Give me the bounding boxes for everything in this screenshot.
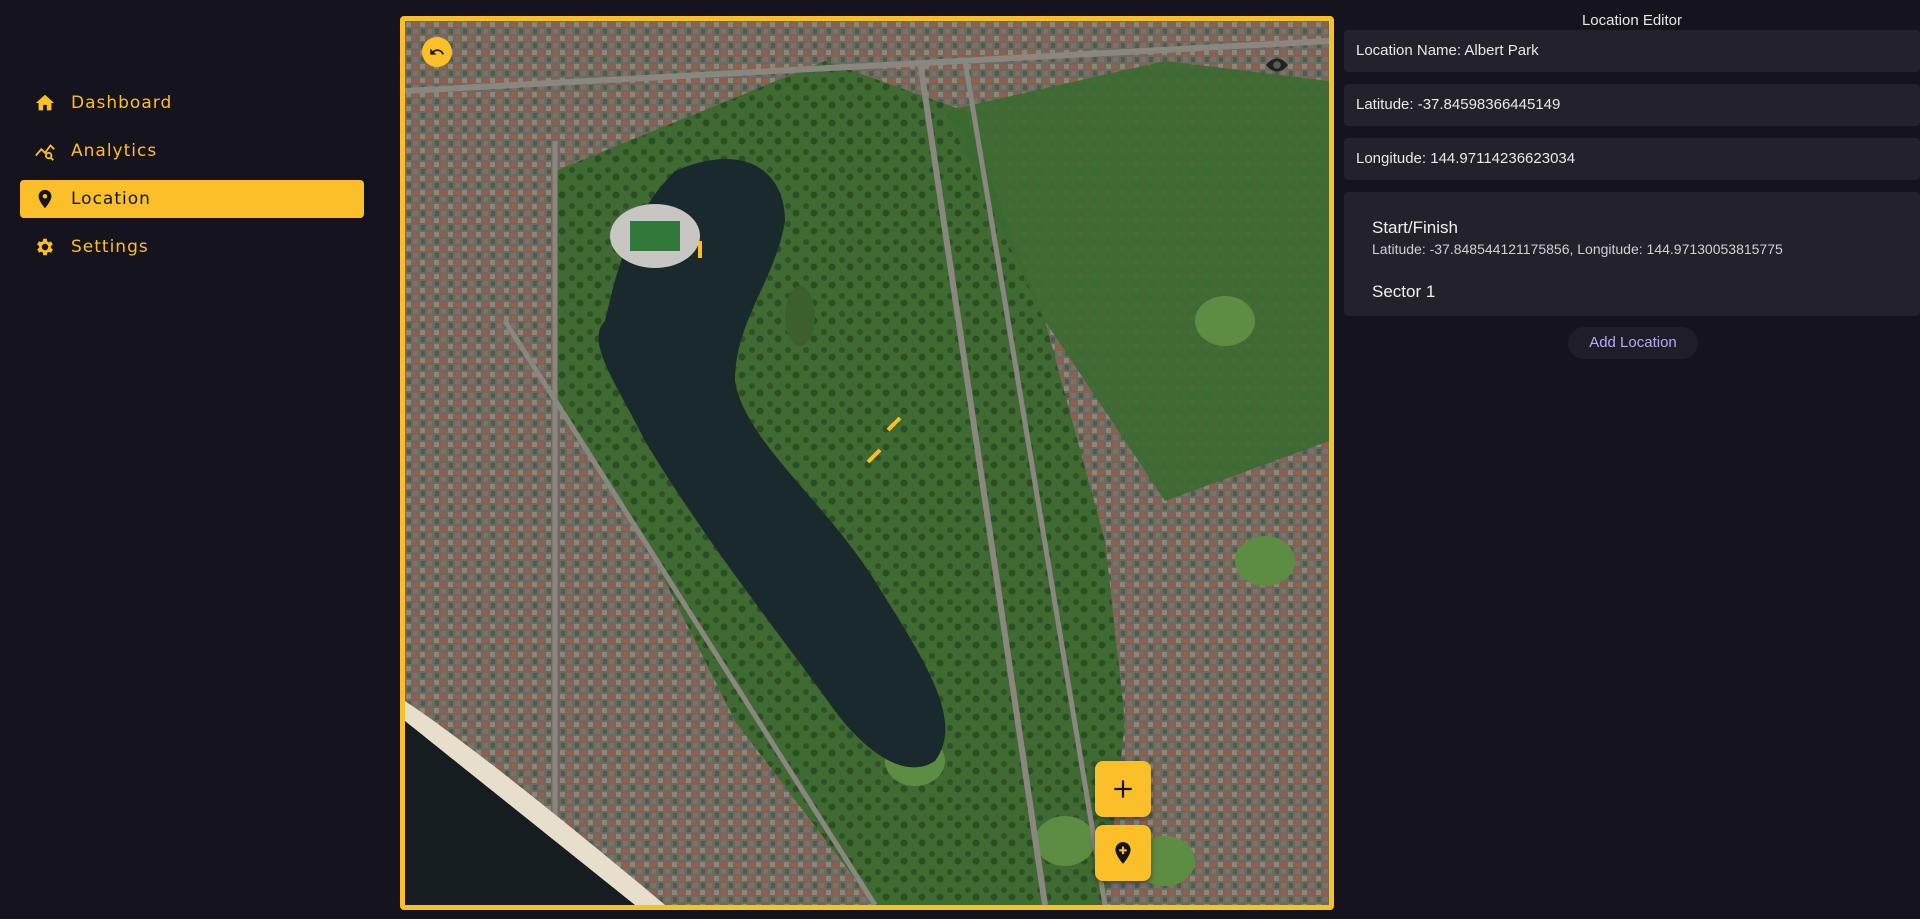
home-icon — [33, 91, 57, 115]
gear-icon — [33, 235, 57, 259]
sidebar-item-label: Settings — [71, 237, 149, 257]
plus-icon — [1114, 780, 1132, 798]
locations-list: Start/Finish Latitude: -37.8485441211758… — [1344, 192, 1920, 316]
sidebar: Dashboard Analytics Location Settings — [20, 84, 364, 276]
map-imagery — [405, 21, 1329, 905]
sidebar-item-settings[interactable]: Settings — [20, 228, 364, 266]
location-name-field[interactable]: Location Name: Albert Park — [1344, 30, 1920, 72]
longitude-field[interactable]: Longitude: 144.97114236623034 — [1344, 138, 1920, 180]
sidebar-item-label: Dashboard — [71, 93, 173, 113]
undo-button[interactable] — [422, 37, 452, 67]
sidebar-item-label: Analytics — [71, 141, 158, 161]
list-item-title[interactable]: Sector 1 — [1372, 282, 1435, 302]
analytics-icon — [33, 139, 57, 163]
list-item-coordinates: Latitude: -37.848544121175856, Longitude… — [1372, 241, 1783, 257]
editor-title: Location Editor — [1581, 12, 1683, 29]
location-pin-icon — [33, 187, 57, 211]
sidebar-item-label: Location — [71, 189, 151, 209]
sidebar-item-dashboard[interactable]: Dashboard — [20, 84, 364, 122]
add-location-pin-icon — [1115, 842, 1131, 864]
add-location-marker-button[interactable] — [1095, 825, 1151, 881]
add-button[interactable] — [1095, 761, 1151, 817]
list-item-title[interactable]: Start/Finish — [1372, 218, 1458, 238]
satellite-map[interactable] — [400, 16, 1334, 910]
sidebar-item-analytics[interactable]: Analytics — [20, 132, 364, 170]
undo-icon — [430, 48, 444, 55]
sidebar-item-location[interactable]: Location — [20, 180, 364, 218]
latitude-field[interactable]: Latitude: -37.84598366445149 — [1344, 84, 1920, 126]
eye-icon[interactable] — [1264, 52, 1290, 78]
add-location-button[interactable]: Add Location — [1568, 327, 1698, 359]
